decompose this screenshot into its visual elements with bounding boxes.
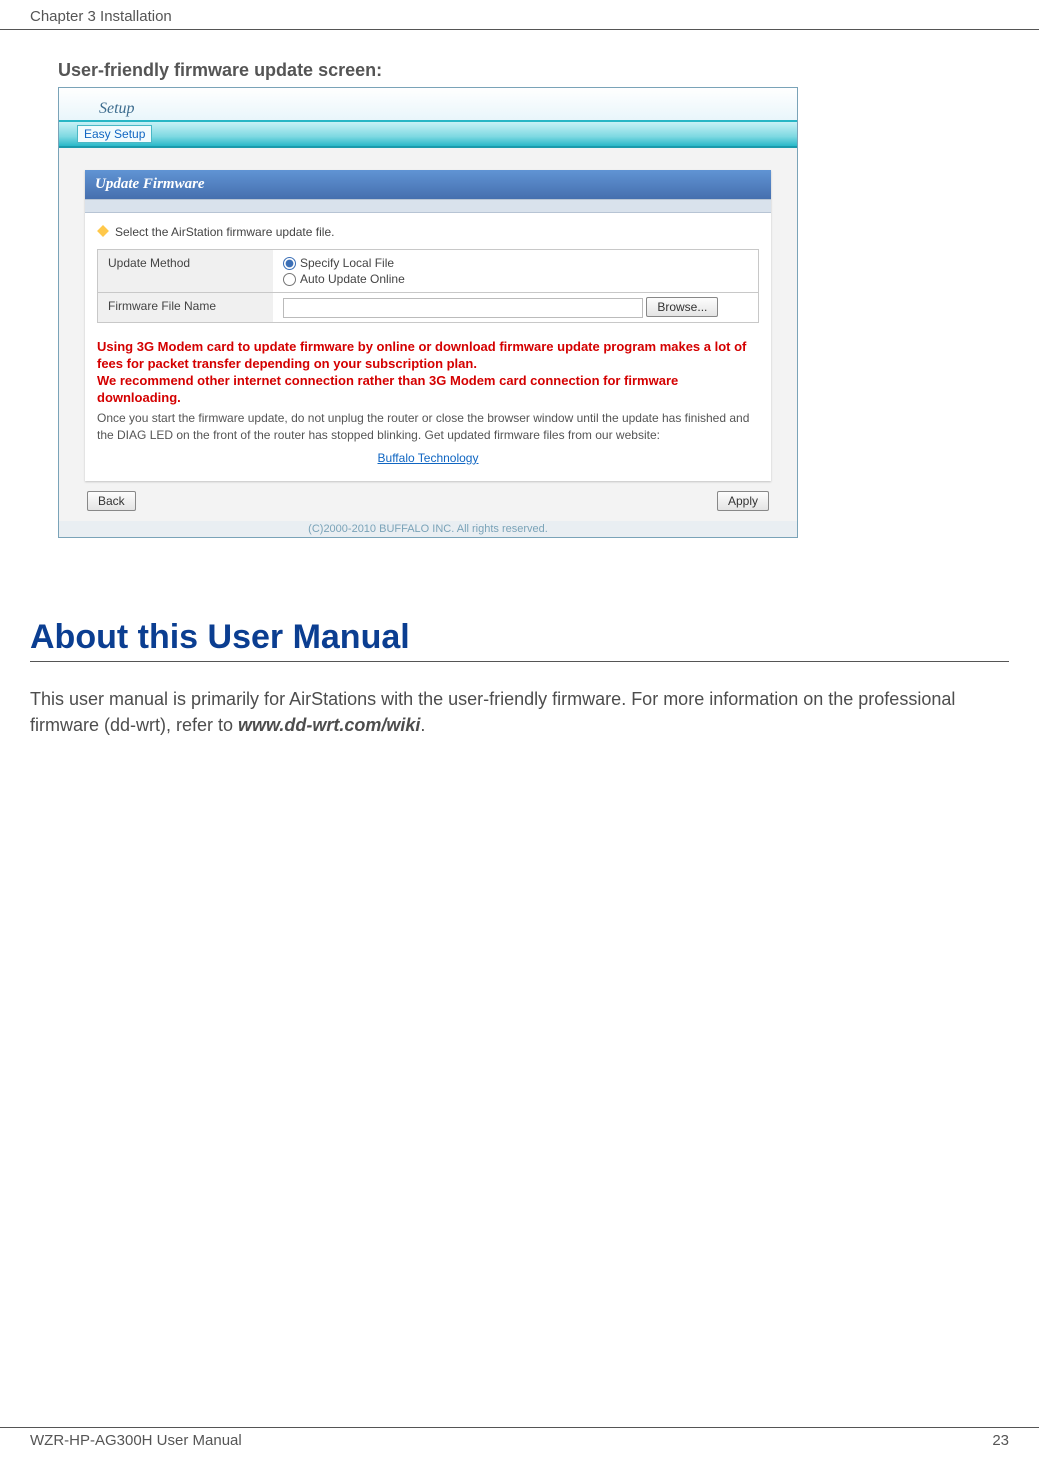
back-button[interactable]: Back <box>87 491 136 511</box>
value-update-method: Specify Local File Auto Update Online <box>273 250 758 292</box>
row-update-method: Update Method Specify Local File Auto Up… <box>97 249 759 293</box>
panel-subbar <box>85 199 771 213</box>
router-body: Update Firmware Select the AirStation fi… <box>59 148 797 521</box>
label-update-method: Update Method <box>98 250 273 292</box>
tech-link-row: Buffalo Technology <box>97 451 759 465</box>
file-path-input[interactable] <box>283 298 643 318</box>
warning-text: Using 3G Modem card to update firmware b… <box>97 339 759 407</box>
radio-auto-label: Auto Update Online <box>300 272 405 286</box>
buffalo-tech-link[interactable]: Buffalo Technology <box>378 451 479 465</box>
radio-local-input[interactable] <box>283 257 296 270</box>
radio-specify-local[interactable]: Specify Local File <box>283 256 748 270</box>
radio-auto-input[interactable] <box>283 273 296 286</box>
section-heading: About this User Manual <box>30 618 1009 662</box>
subtab-bar: Easy Setup <box>59 122 797 148</box>
apply-button[interactable]: Apply <box>717 491 769 511</box>
radio-auto-online[interactable]: Auto Update Online <box>283 272 748 286</box>
chapter-label: Chapter 3 Installation <box>30 8 172 25</box>
body-suffix: . <box>420 715 425 735</box>
radio-local-label: Specify Local File <box>300 256 394 270</box>
button-row: Back Apply <box>85 481 771 515</box>
value-file-name: Browse... <box>273 293 758 322</box>
subtab-easy-setup[interactable]: Easy Setup <box>77 125 152 143</box>
update-panel: Update Firmware Select the AirStation fi… <box>85 170 771 481</box>
body-prefix: This user manual is primarily for AirSta… <box>30 689 955 735</box>
copyright-bar: (C)2000-2010 BUFFALO INC. All rights res… <box>59 521 797 537</box>
tab-bar: Setup <box>59 88 797 122</box>
footer-page: 23 <box>992 1432 1009 1449</box>
select-file-instruction: Select the AirStation firmware update fi… <box>97 225 759 239</box>
content-area: User-friendly firmware update screen: Se… <box>0 60 1039 738</box>
row-file-name: Firmware File Name Browse... <box>97 293 759 323</box>
footer-product: WZR-HP-AG300H User Manual <box>30 1432 242 1449</box>
body-url: www.dd-wrt.com/wiki <box>238 715 420 735</box>
screenshot-caption: User-friendly firmware update screen: <box>58 60 1009 81</box>
tab-setup[interactable]: Setup <box>77 92 157 120</box>
panel-inner: Select the AirStation firmware update fi… <box>85 213 771 481</box>
body-paragraph: This user manual is primarily for AirSta… <box>30 686 1009 738</box>
page-footer: WZR-HP-AG300H User Manual 23 <box>0 1427 1039 1449</box>
label-file-name: Firmware File Name <box>98 293 273 322</box>
router-screenshot: Setup Easy Setup Update Firmware Select … <box>58 87 798 538</box>
note-text: Once you start the firmware update, do n… <box>97 410 759 442</box>
panel-title: Update Firmware <box>85 170 771 199</box>
page-header: Chapter 3 Installation <box>0 0 1039 30</box>
browse-button[interactable]: Browse... <box>646 297 718 317</box>
